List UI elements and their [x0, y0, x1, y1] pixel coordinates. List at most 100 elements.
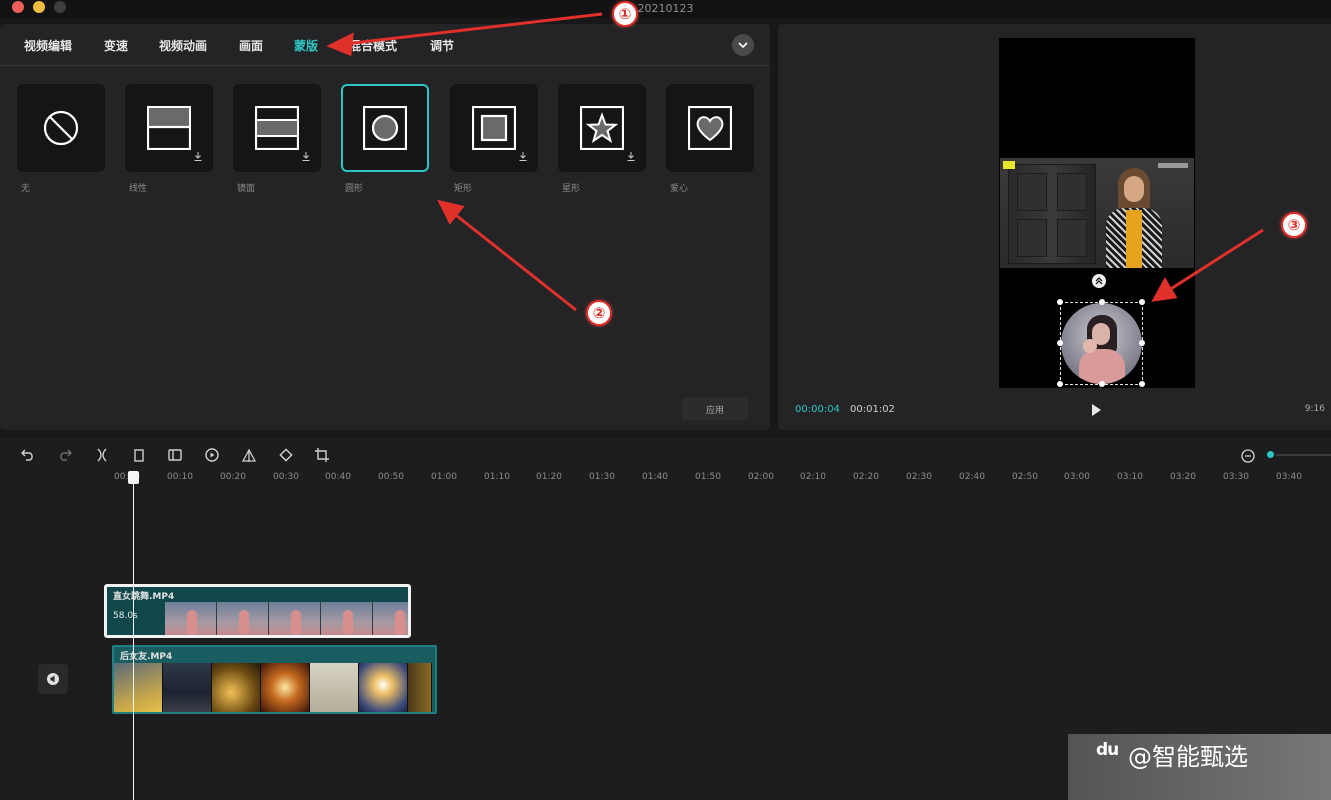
- ruler-tick: 01:10: [484, 472, 510, 482]
- tab-video-animation[interactable]: 视频动画: [159, 37, 207, 54]
- mask-tile-heart[interactable]: [666, 84, 754, 172]
- ruler-tick: 00:30: [273, 472, 299, 482]
- window-title: 20210123: [637, 2, 694, 15]
- ruler-tick: 02:50: [1012, 472, 1038, 482]
- mask-tile-none[interactable]: [17, 84, 105, 172]
- person-figure: [1104, 168, 1164, 268]
- resize-handle[interactable]: [1057, 299, 1063, 305]
- heart-mask-icon: [688, 106, 732, 150]
- playhead[interactable]: [128, 471, 139, 800]
- time-ruler[interactable]: 00:00 00:10 00:20 00:30 00:40 00:50 01:0…: [0, 472, 1331, 486]
- mask-tile-rectangle[interactable]: [450, 84, 538, 172]
- apply-button[interactable]: 应用: [682, 398, 748, 420]
- resize-handle[interactable]: [1139, 299, 1145, 305]
- overlay-clip[interactable]: 直女跳舞.MP4 58.0s: [104, 584, 411, 638]
- reverse-button[interactable]: [203, 446, 221, 464]
- freeze-button[interactable]: [166, 446, 184, 464]
- mask-tile-mirror[interactable]: [233, 84, 321, 172]
- mask-tile-star[interactable]: [558, 84, 646, 172]
- undo-button[interactable]: [19, 446, 37, 464]
- ruler-tick: 03:20: [1170, 472, 1196, 482]
- annotation-marker-2: ②: [586, 300, 612, 326]
- resize-handle[interactable]: [1099, 381, 1105, 387]
- timeline-toolbar: [0, 438, 1331, 472]
- mirror-button[interactable]: [240, 446, 258, 464]
- zoom-out-icon: [1241, 449, 1255, 463]
- speaker-icon: [47, 673, 59, 685]
- download-icon: [627, 152, 635, 161]
- watermark-text: @智能甄选: [1128, 743, 1248, 771]
- mask-tile-linear[interactable]: [125, 84, 213, 172]
- mask-label-none: 无: [21, 184, 31, 194]
- zoom-out-button[interactable]: [1241, 448, 1255, 467]
- mask-label-linear: 线性: [129, 184, 148, 194]
- ruler-tick: 02:40: [959, 472, 985, 482]
- current-time: 00:00:04: [795, 404, 840, 415]
- reverse-icon: [205, 448, 219, 462]
- redo-icon: [60, 449, 72, 461]
- ruler-tick: 01:00: [431, 472, 457, 482]
- freeze-icon: [168, 449, 182, 461]
- mask-tile-circle[interactable]: [341, 84, 429, 172]
- ruler-tick: 02:10: [800, 472, 826, 482]
- tab-video-edit[interactable]: 视频编辑: [24, 37, 72, 54]
- mask-feather-handle[interactable]: [1092, 274, 1106, 288]
- rotate-icon: [279, 448, 293, 462]
- play-button[interactable]: [1090, 402, 1102, 421]
- rotate-button[interactable]: [277, 446, 295, 464]
- delete-button[interactable]: [130, 446, 148, 464]
- preview-canvas[interactable]: [999, 38, 1195, 388]
- tab-adjust[interactable]: 调节: [430, 37, 454, 54]
- ruler-tick: 01:50: [695, 472, 721, 482]
- double-chevron-up-icon: [1095, 277, 1103, 285]
- playhead-handle[interactable]: [128, 471, 139, 484]
- ruler-tick: 00:40: [325, 472, 351, 482]
- mask-label-star: 星形: [562, 184, 581, 194]
- mask-label-circle: 圆形: [345, 184, 364, 194]
- tab-blend-mode[interactable]: 混合模式: [349, 37, 397, 54]
- ruler-tick: 00:10: [167, 472, 193, 482]
- preview-panel: 00:00:04 00:01:02 9:16: [778, 24, 1331, 430]
- title-bar: 20210123: [0, 0, 1331, 18]
- clip-title: 直女跳舞.MP4: [113, 592, 175, 602]
- ruler-tick: 03:00: [1064, 472, 1090, 482]
- sticker: [1003, 161, 1015, 169]
- mute-track-button[interactable]: [38, 664, 68, 694]
- main-clip[interactable]: 后女友.MP4: [112, 645, 437, 714]
- resize-handle[interactable]: [1057, 340, 1063, 346]
- tab-canvas[interactable]: 画面: [239, 37, 263, 54]
- zoom-slider-handle[interactable]: [1265, 449, 1276, 460]
- download-icon: [194, 152, 202, 161]
- ruler-tick: 03:10: [1117, 472, 1143, 482]
- resize-handle[interactable]: [1057, 381, 1063, 387]
- undo-icon: [21, 449, 33, 461]
- mirror-mask-icon: [255, 106, 299, 150]
- ruler-tick: 02:30: [906, 472, 932, 482]
- collapse-button[interactable]: [732, 34, 754, 56]
- crop-icon: [315, 448, 329, 462]
- download-icon: [519, 152, 527, 161]
- mirror-icon: [242, 448, 256, 462]
- ruler-tick: 02:00: [748, 472, 774, 482]
- annotation-marker-3: ③: [1281, 212, 1307, 238]
- watermark: du @智能甄选: [1068, 734, 1331, 800]
- split-button[interactable]: [93, 446, 111, 464]
- linear-mask-icon: [147, 106, 191, 150]
- tab-speed[interactable]: 变速: [104, 37, 128, 54]
- chevron-down-icon: [738, 42, 748, 48]
- circle-mask-overlay[interactable]: [1057, 299, 1145, 387]
- resize-handle[interactable]: [1099, 299, 1105, 305]
- ruler-tick: 01:30: [589, 472, 615, 482]
- tab-mask[interactable]: 蒙版: [294, 37, 318, 54]
- redo-button[interactable]: [56, 446, 74, 464]
- aspect-ratio[interactable]: 9:16: [1305, 404, 1325, 414]
- resize-handle[interactable]: [1139, 340, 1145, 346]
- clip-title: 后女友.MP4: [120, 652, 173, 662]
- download-icon: [302, 152, 310, 161]
- crop-button[interactable]: [313, 446, 331, 464]
- ruler-tick: 01:40: [642, 472, 668, 482]
- ruler-tick: 03:30: [1223, 472, 1249, 482]
- resize-handle[interactable]: [1139, 381, 1145, 387]
- delete-icon: [134, 449, 144, 462]
- mask-panel: 视频编辑 变速 视频动画 画面 蒙版 混合模式 调节 无 线性 镜面 圆形 矩形…: [0, 24, 770, 430]
